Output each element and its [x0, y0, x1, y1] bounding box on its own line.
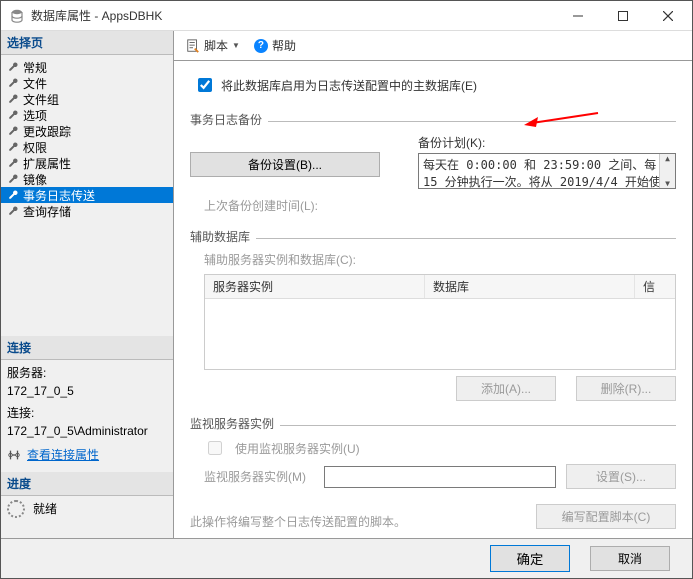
- connection-heading: 连接: [1, 336, 173, 360]
- dialog-buttons: 确定 取消: [1, 538, 692, 578]
- last-backup-label: 上次备份创建时间(L):: [190, 197, 676, 214]
- backup-group-legend: 事务日志备份: [190, 111, 268, 128]
- connection-block: 服务器: 172_17_0_5 连接: 172_17_0_5\Administr…: [1, 360, 173, 472]
- secondary-group: 辅助数据库 辅助服务器实例和数据库(C): 服务器实例 数据库 信 添加(A).…: [190, 228, 676, 401]
- help-icon: ?: [254, 39, 268, 53]
- col-database: 数据库: [425, 275, 635, 298]
- sidebar-item[interactable]: 扩展属性: [1, 155, 173, 171]
- scrollbar[interactable]: ▲▼: [659, 154, 675, 188]
- ok-button[interactable]: 确定: [490, 545, 570, 572]
- maximize-button[interactable]: [600, 1, 645, 31]
- backup-schedule-text: 每天在 0:00:00 和 23:59:00 之间、每 15 分钟执行一次。将从…: [423, 158, 661, 189]
- minimize-icon: [573, 11, 583, 21]
- sidebar-item[interactable]: 镜像: [1, 171, 173, 187]
- col-trust: 信: [635, 275, 675, 298]
- server-label: 服务器:: [7, 364, 167, 382]
- add-secondary-button: 添加(A)...: [456, 376, 556, 401]
- progress-block: 就绪: [1, 496, 173, 538]
- enable-logshipping-checkbox[interactable]: [198, 78, 212, 92]
- help-button[interactable]: ? 帮助: [250, 35, 300, 56]
- scroll-down-icon: ▼: [665, 179, 670, 188]
- wrench-icon: [7, 109, 19, 121]
- sidebar-item-label: 事务日志传送: [23, 187, 95, 204]
- main-panel: 脚本 ▼ ? 帮助 将此数据库启用为日志传送配置中的主数据库(E) 事务日志备份: [174, 31, 692, 538]
- monitor-settings-button: 设置(S)...: [566, 464, 676, 489]
- page-list: 常规文件文件组选项更改跟踪权限扩展属性镜像事务日志传送查询存储: [1, 55, 173, 223]
- view-connection-props-link[interactable]: 查看连接属性: [27, 446, 99, 464]
- backup-settings-button[interactable]: 备份设置(B)...: [190, 152, 380, 177]
- sidebar-item[interactable]: 权限: [1, 139, 173, 155]
- wrench-icon: [7, 173, 19, 185]
- sidebar-item-label: 镜像: [23, 171, 47, 188]
- database-icon: [9, 8, 25, 24]
- sidebar-item[interactable]: 常规: [1, 59, 173, 75]
- wrench-icon: [7, 77, 19, 89]
- sidebar-item[interactable]: 查询存储: [1, 203, 173, 219]
- monitor-group: 监视服务器实例 使用监视服务器实例(U) 监视服务器实例(M) 设置(S)...: [190, 415, 676, 489]
- monitor-group-legend: 监视服务器实例: [190, 415, 280, 432]
- sidebar-item-label: 文件组: [23, 91, 59, 108]
- sidebar-item-label: 文件: [23, 75, 47, 92]
- backup-schedule-box[interactable]: 每天在 0:00:00 和 23:59:00 之间、每 15 分钟执行一次。将从…: [418, 153, 676, 189]
- table-header: 服务器实例 数据库 信: [205, 275, 675, 299]
- sidebar-item[interactable]: 更改跟踪: [1, 123, 173, 139]
- server-value: 172_17_0_5: [7, 382, 167, 400]
- connection-props-icon: [7, 448, 21, 462]
- minimize-button[interactable]: [555, 1, 600, 31]
- progress-heading: 进度: [1, 472, 173, 496]
- monitor-instance-input: [324, 466, 556, 488]
- write-config-script-button: 编写配置脚本(C): [536, 504, 676, 529]
- sidebar-item-label: 更改跟踪: [23, 123, 71, 140]
- sidebar-item[interactable]: 文件: [1, 75, 173, 91]
- script-note: 此操作将编写整个日志传送配置的脚本。: [190, 513, 516, 530]
- wrench-icon: [7, 205, 19, 217]
- secondary-group-legend: 辅助数据库: [190, 228, 256, 245]
- chevron-down-icon: ▼: [232, 41, 240, 50]
- sidebar-item[interactable]: 选项: [1, 107, 173, 123]
- help-label: 帮助: [272, 37, 296, 54]
- titlebar: 数据库属性 - AppsDBHK: [1, 1, 692, 31]
- window-title: 数据库属性 - AppsDBHK: [31, 7, 555, 24]
- secondary-table[interactable]: 服务器实例 数据库 信: [204, 274, 676, 370]
- annotation-arrow-icon: [520, 105, 600, 129]
- progress-spinner-icon: [7, 500, 25, 518]
- close-button[interactable]: [645, 1, 690, 31]
- select-page-heading: 选择页: [1, 31, 173, 55]
- wrench-icon: [7, 93, 19, 105]
- cancel-button[interactable]: 取消: [590, 546, 670, 571]
- maximize-icon: [618, 11, 628, 21]
- sidebar-item-label: 选项: [23, 107, 47, 124]
- sidebar-item-label: 常规: [23, 59, 47, 76]
- use-monitor-checkbox: [208, 441, 222, 455]
- script-dropdown[interactable]: 脚本 ▼: [182, 35, 244, 56]
- wrench-icon: [7, 157, 19, 169]
- use-monitor-label: 使用监视服务器实例(U): [235, 440, 360, 457]
- content-area: 将此数据库启用为日志传送配置中的主数据库(E) 事务日志备份 备份设置(B)..…: [174, 61, 692, 538]
- sidebar-item-label: 扩展属性: [23, 155, 71, 172]
- wrench-icon: [7, 61, 19, 73]
- progress-status: 就绪: [33, 500, 57, 518]
- col-server: 服务器实例: [205, 275, 425, 298]
- wrench-icon: [7, 189, 19, 201]
- sidebar-item[interactable]: 事务日志传送: [1, 187, 173, 203]
- scroll-up-icon: ▲: [665, 154, 670, 163]
- sidebar-item[interactable]: 文件组: [1, 91, 173, 107]
- enable-logshipping-label: 将此数据库启用为日志传送配置中的主数据库(E): [221, 77, 477, 94]
- connection-label: 连接:: [7, 404, 167, 422]
- sidebar: 选择页 常规文件文件组选项更改跟踪权限扩展属性镜像事务日志传送查询存储 连接 服…: [1, 31, 174, 538]
- close-icon: [663, 11, 673, 21]
- backup-schedule-label: 备份计划(K):: [418, 134, 676, 151]
- sidebar-item-label: 权限: [23, 139, 47, 156]
- backup-group: 事务日志备份 备份设置(B)... 备份计划(K): 每天在 0:00:00 和…: [190, 111, 676, 214]
- wrench-icon: [7, 141, 19, 153]
- sidebar-item-label: 查询存储: [23, 203, 71, 220]
- monitor-instance-label: 监视服务器实例(M): [204, 468, 314, 485]
- secondary-list-label: 辅助服务器实例和数据库(C):: [190, 251, 676, 268]
- script-icon: [186, 39, 200, 53]
- remove-secondary-button: 删除(R)...: [576, 376, 676, 401]
- script-label: 脚本: [204, 37, 228, 54]
- connection-value: 172_17_0_5\Administrator: [7, 422, 167, 440]
- toolbar: 脚本 ▼ ? 帮助: [174, 31, 692, 61]
- wrench-icon: [7, 125, 19, 137]
